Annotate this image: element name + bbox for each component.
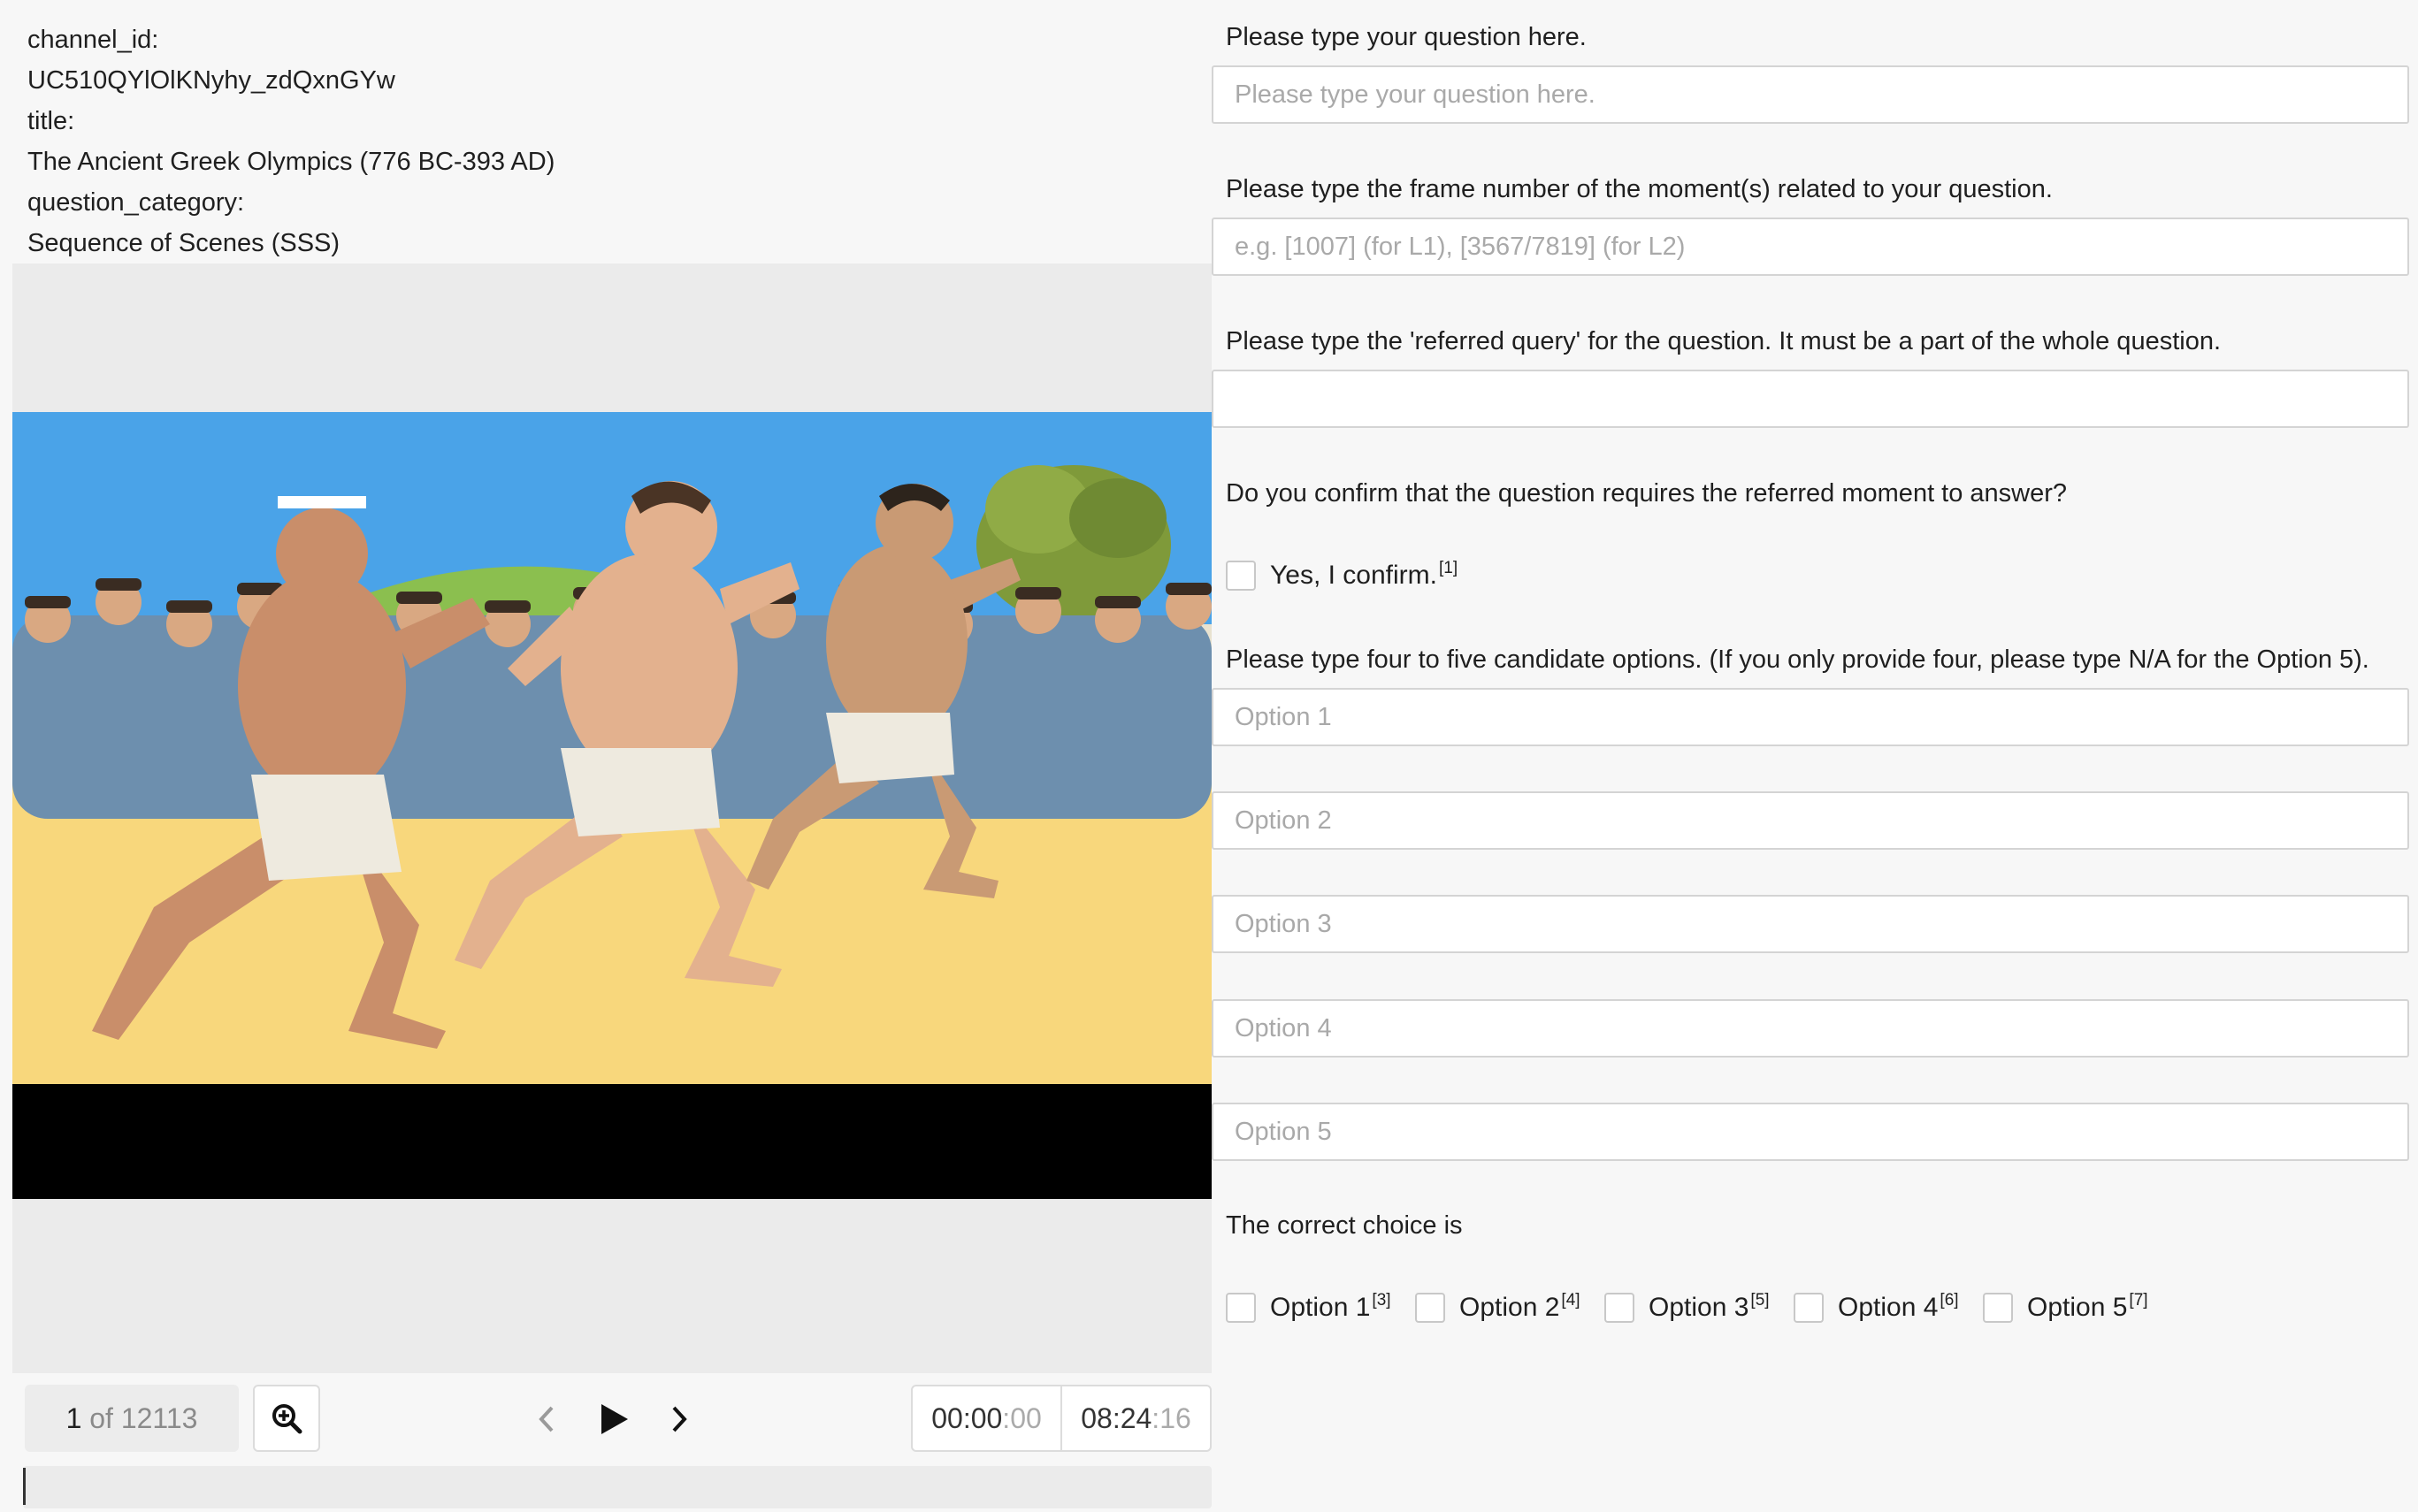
olympic-runners-illustration <box>12 412 1212 1199</box>
correct-option-4-label: Option 4 [6] <box>1838 1291 1959 1322</box>
frame-number-input[interactable] <box>1212 218 2409 276</box>
previous-frame-button[interactable] <box>522 1393 571 1446</box>
correct-option-4-checkbox[interactable] <box>1794 1293 1824 1323</box>
frame-counter[interactable]: 1 of 12113 <box>25 1385 239 1452</box>
video-metadata: channel_id: UC510QYlOlKNyhy_zdQxnGYw tit… <box>27 19 1195 263</box>
correct-option-3-checkbox[interactable] <box>1604 1293 1634 1323</box>
option-2-input[interactable] <box>1212 791 2409 850</box>
chevron-right-icon <box>672 1406 687 1432</box>
correct-option-2-checkbox[interactable] <box>1415 1293 1445 1323</box>
category-value: Sequence of Scenes (SSS) <box>27 229 341 257</box>
next-frame-button[interactable] <box>654 1393 704 1446</box>
time-display: 00:00:00 08:24:16 <box>911 1385 1212 1452</box>
confirm-checkbox-label: Yes, I confirm. [1] <box>1270 559 1458 590</box>
correct-option-5-checkbox[interactable] <box>1983 1293 2013 1323</box>
correct-option-1-label: Option 1 [3] <box>1270 1291 1391 1322</box>
chevron-left-icon <box>539 1406 554 1432</box>
playhead[interactable] <box>23 1468 26 1505</box>
correct-choice-label: The correct choice is <box>1226 1211 1463 1240</box>
correct-option-3-label: Option 3 [5] <box>1649 1291 1770 1322</box>
referred-query-label: Please type the 'referred query' for the… <box>1226 327 2222 355</box>
play-icon <box>601 1404 628 1434</box>
options-label: Please type four to five candidate optio… <box>1226 645 2369 674</box>
zoom-in-icon <box>272 1404 302 1434</box>
title-label: title: <box>27 107 75 135</box>
player-controls: 1 of 12113 00:00:00 08:24:16 <box>12 1373 1212 1512</box>
current-frame: 1 <box>65 1402 82 1434</box>
total-time: 08:24:16 <box>1060 1386 1210 1450</box>
option-5-input[interactable] <box>1212 1103 2409 1161</box>
timeline-scrubber[interactable] <box>23 1466 1212 1508</box>
frame-number-label: Please type the frame number of the mome… <box>1226 175 2053 203</box>
video-frame <box>12 412 1212 1199</box>
frame-total: of 12113 <box>89 1402 198 1434</box>
option-3-input[interactable] <box>1212 895 2409 953</box>
correct-option-1-checkbox[interactable] <box>1226 1293 1256 1323</box>
confirm-checkbox[interactable] <box>1226 561 1256 591</box>
confirm-question-label: Do you confirm that the question require… <box>1226 479 2068 508</box>
question-form: Please type your question here. Please t… <box>1212 0 2418 1512</box>
question-input[interactable] <box>1212 65 2409 124</box>
correct-option-5-label: Option 5 [7] <box>2027 1291 2148 1322</box>
channel-id-label: channel_id: <box>27 26 159 54</box>
referred-query-input[interactable] <box>1212 370 2409 428</box>
category-label: question_category: <box>27 188 245 217</box>
zoom-button[interactable] <box>253 1385 320 1452</box>
question-label: Please type your question here. <box>1226 23 1587 51</box>
play-button[interactable] <box>589 1393 639 1446</box>
option-4-input[interactable] <box>1212 999 2409 1058</box>
video-viewer[interactable] <box>12 263 1212 1373</box>
option-1-input[interactable] <box>1212 688 2409 746</box>
title-value: The Ancient Greek Olympics (776 BC-393 A… <box>27 148 555 176</box>
channel-id-value: UC510QYlOlKNyhy_zdQxnGYw <box>27 66 395 95</box>
correct-option-2-label: Option 2 [4] <box>1459 1291 1580 1322</box>
current-time: 00:00:00 <box>931 1402 1042 1434</box>
